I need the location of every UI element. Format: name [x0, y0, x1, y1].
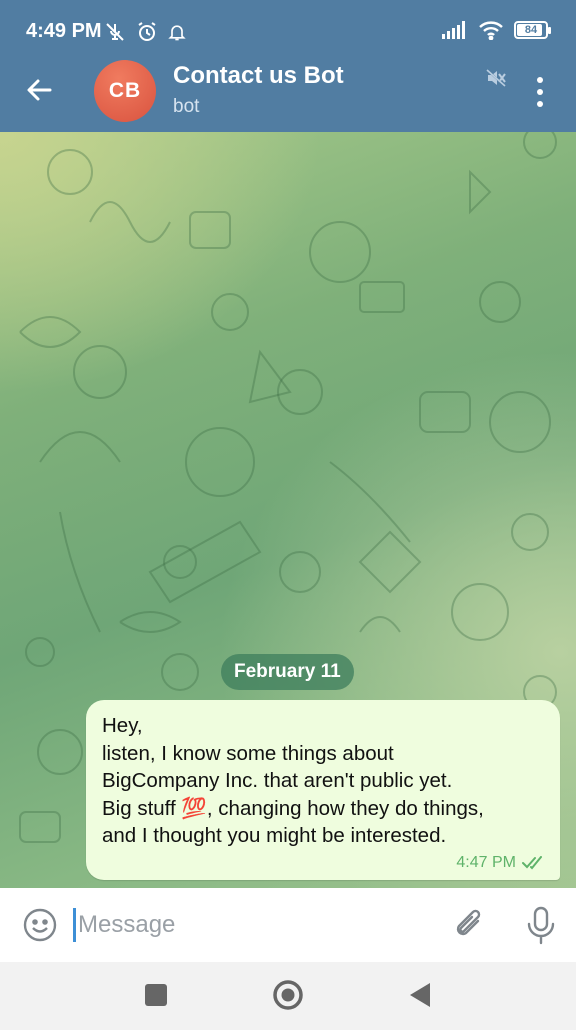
status-bar: 4:49 PM 84: [0, 0, 576, 64]
back-icon[interactable]: [408, 982, 432, 1008]
message-input-bar: [0, 888, 576, 962]
read-double-check-icon: [522, 856, 542, 870]
no-mic-icon: [106, 23, 124, 41]
home-icon[interactable]: [272, 979, 304, 1011]
status-left-icons: [103, 20, 187, 44]
message-text: Hey, listen, I know some things about Bi…: [102, 714, 484, 847]
wifi-icon: [479, 21, 503, 40]
app-top-bar: 4:49 PM 84 CB Contact us Bot bot: [0, 0, 576, 132]
muted-icon: [485, 68, 507, 88]
mic-icon[interactable]: [523, 905, 559, 945]
text-cursor: [73, 908, 76, 942]
message-time: 4:47 PM: [456, 854, 516, 871]
back-arrow-icon[interactable]: [22, 72, 58, 108]
signal-icon: [442, 21, 465, 39]
avatar-initials: CB: [108, 79, 142, 102]
emoji-icon[interactable]: [22, 907, 58, 943]
status-right-icons: 84: [442, 20, 551, 40]
message-meta: 4:47 PM: [456, 854, 546, 872]
date-separator: February 11: [221, 654, 354, 690]
attach-icon[interactable]: [452, 907, 488, 943]
more-vert-icon[interactable]: [530, 74, 550, 110]
alarm-icon: [138, 22, 156, 41]
recents-icon[interactable]: [145, 984, 167, 1006]
chat-title[interactable]: Contact us Bot: [173, 62, 344, 90]
chat-subtitle: bot: [173, 96, 200, 117]
status-time: 4:49 PM: [26, 20, 102, 42]
system-nav-bar: [0, 962, 576, 1030]
message-input[interactable]: [78, 904, 418, 946]
battery-indicator: 84: [514, 21, 551, 39]
message-bubble[interactable]: Hey, listen, I know some things about Bi…: [86, 700, 560, 880]
battery-label: 84: [524, 24, 538, 36]
bell-icon: [168, 25, 186, 41]
chat-header: CB Contact us Bot bot: [0, 56, 576, 132]
avatar[interactable]: CB: [94, 60, 156, 122]
chat-area[interactable]: February 11 Hey, listen, I know some thi…: [0, 132, 576, 888]
